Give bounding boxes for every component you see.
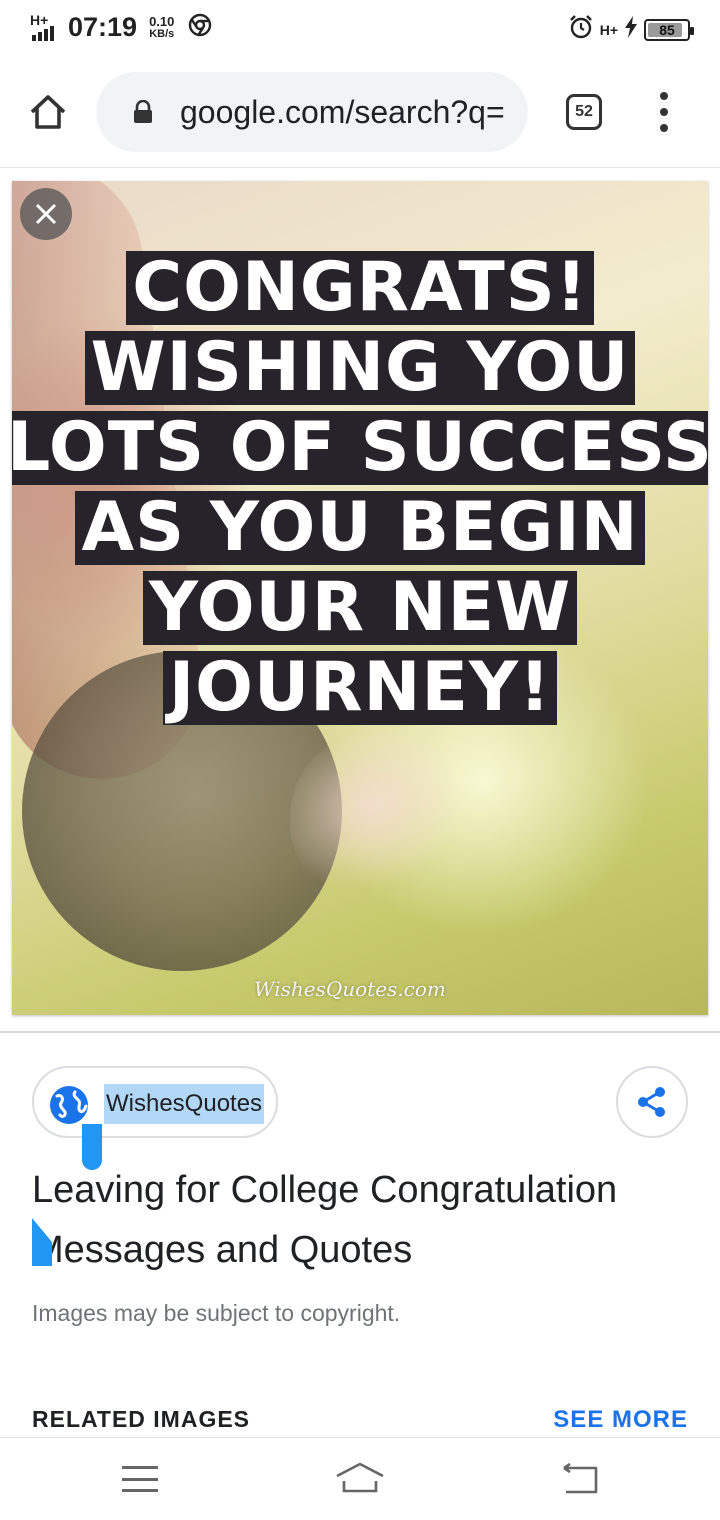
related-images-heading: RELATED IMAGES — [32, 1406, 251, 1432]
quote-line: AS YOU BEGIN — [75, 491, 645, 565]
status-right: H+ 85 — [568, 14, 694, 45]
system-nav-bar — [0, 1437, 720, 1520]
nav-home-icon — [336, 1462, 384, 1493]
chrome-icon — [188, 13, 212, 42]
share-icon — [638, 1087, 665, 1117]
nav-home-button[interactable] — [334, 1460, 386, 1499]
result-title[interactable]: Leaving for College Congratulation Messa… — [32, 1160, 692, 1280]
network-type: H+ — [30, 11, 49, 28]
menu-dot-icon — [660, 124, 668, 132]
source-name[interactable]: WishesQuotes — [104, 1084, 265, 1124]
address-bar[interactable]: google.com/search?q= — [96, 72, 528, 152]
quote-line: YOUR NEW — [142, 571, 578, 645]
share-button[interactable] — [616, 1066, 688, 1138]
quote-line: LOTS OF SUCCESS — [12, 411, 708, 485]
speed-unit: KB/s — [149, 28, 175, 40]
network-type-right: H+ — [599, 21, 618, 38]
home-button[interactable] — [26, 90, 70, 134]
see-more-link[interactable]: SEE MORE — [553, 1406, 688, 1434]
image-watermark: WishesQuotes.com — [254, 977, 446, 1001]
status-left: H+ 07:19 0.10 KB/s — [30, 12, 212, 43]
back-arrow-icon — [563, 1462, 598, 1494]
menu-dot-icon — [660, 92, 668, 100]
image-quote: CONGRATS! WISHING YOU LOTS OF SUCCESS AS… — [12, 251, 708, 725]
source-chip[interactable]: WishesQuotes — [32, 1066, 278, 1138]
battery-icon: 85 — [644, 18, 694, 41]
copyright-note: Images may be subject to copyright. — [32, 1300, 401, 1326]
close-image-button[interactable] — [20, 188, 72, 240]
signal-icon: H+ — [30, 13, 62, 43]
nav-back-button[interactable] — [558, 1462, 600, 1501]
tab-switcher-button[interactable]: 52 — [566, 94, 602, 130]
status-time: 07:19 — [68, 12, 138, 42]
url-text: google.com/search?q= — [180, 94, 505, 130]
tab-count: 52 — [575, 103, 593, 120]
charging-icon — [624, 16, 638, 43]
quote-line: JOURNEY! — [162, 651, 558, 725]
quote-line: CONGRATS! — [126, 251, 594, 325]
home-icon — [30, 95, 66, 129]
status-bar: H+ 07:19 0.10 KB/s H+ 85 — [0, 0, 720, 56]
alarm-icon — [568, 14, 594, 45]
close-icon — [35, 203, 57, 225]
battery-level: 85 — [659, 21, 675, 38]
image-viewer: CONGRATS! WISHING YOU LOTS OF SUCCESS AS… — [0, 169, 720, 1033]
speed-value: 0.10 — [149, 14, 175, 29]
quote-line: WISHING YOU — [84, 331, 636, 405]
menu-dot-icon — [660, 108, 668, 116]
network-speed: 0.10 KB/s — [149, 15, 174, 40]
recent-apps-button[interactable] — [122, 1466, 158, 1492]
overflow-menu-button[interactable] — [650, 92, 678, 132]
result-image[interactable]: CONGRATS! WISHING YOU LOTS OF SUCCESS AS… — [12, 181, 708, 1015]
lock-icon — [132, 99, 154, 129]
browser-toolbar: google.com/search?q= 52 — [0, 56, 720, 168]
